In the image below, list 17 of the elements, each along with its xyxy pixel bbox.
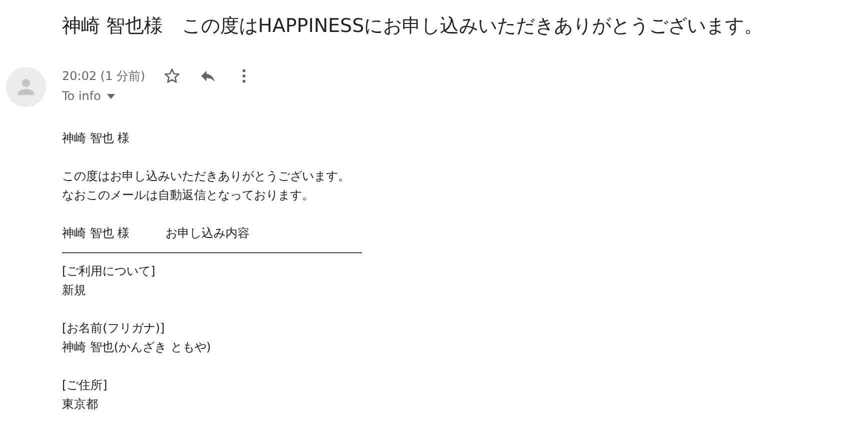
body-text: ――――――――――――――――――――――――― <box>62 244 362 261</box>
email-subject: 神崎 智也様 この度はHAPPINESSにお申し込みいただきありがとうございます。 <box>62 14 764 39</box>
body-text: [お名前(フリガナ)] <box>62 320 165 337</box>
message-time: 20:02 (1 分前) <box>62 68 146 84</box>
body-text: この度はお申し込みいただきありがとうございます。 <box>62 168 350 185</box>
star-icon[interactable] <box>163 67 182 85</box>
caret-icon <box>106 94 115 98</box>
recipient-dropdown[interactable]: To info <box>62 89 115 103</box>
body-text: 東京都 <box>62 396 98 413</box>
body-text: 新規 <box>62 282 86 299</box>
body-text: 神崎 智也 様 お申し込み内容 <box>62 225 250 242</box>
body-text: [ご利用について] <box>62 263 156 280</box>
body-text: [ご住所] <box>62 377 108 394</box>
body-text: 神崎 智也 様 <box>62 130 130 147</box>
body-text: なおこのメールは自動返信となっております。 <box>62 187 314 204</box>
avatar-icon <box>6 67 46 107</box>
body-text: 神崎 智也(かんざき ともや) <box>62 339 211 356</box>
